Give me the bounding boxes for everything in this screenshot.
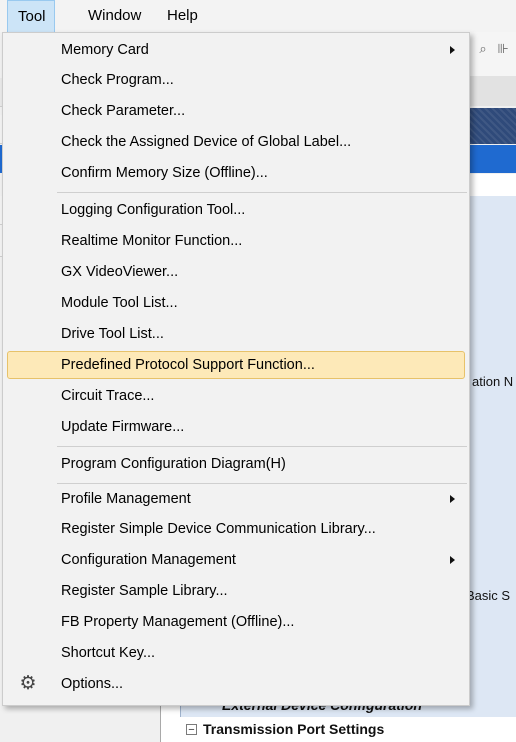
toolbar-button-icon[interactable]: ⊪ (494, 40, 512, 58)
menu-item-label: Register Sample Library... (61, 583, 228, 599)
menu-item-label: Options... (61, 676, 124, 692)
menu-item-circuit-trace[interactable]: Circuit Trace... (7, 382, 465, 410)
menu-item-confirm-memory-size[interactable]: Confirm Memory Size (Offline)... (7, 159, 465, 187)
menu-item-label: Shortcut Key... (61, 645, 156, 661)
menu-item-label: GX VideoViewer... (61, 264, 179, 280)
menu-item-label: Realtime Monitor Function... (61, 233, 243, 249)
menu-tool[interactable]: Tool (7, 0, 55, 33)
menu-item-drive-tool-list[interactable]: Drive Tool List... (7, 320, 465, 348)
menu-item-module-tool-list[interactable]: Module Tool List... (7, 289, 465, 317)
menu-item-check-program[interactable]: Check Program... (7, 66, 465, 94)
menu-item-label: Drive Tool List... (61, 326, 164, 342)
menu-item-shortcut-key[interactable]: Shortcut Key... (7, 639, 465, 667)
menu-item-label: Configuration Management (61, 552, 236, 568)
menu-item-label: Logging Configuration Tool... (61, 202, 246, 218)
menu-item-register-sample-library[interactable]: Register Sample Library... (7, 577, 465, 605)
bg-header-band (470, 76, 516, 106)
bg-selected-band (470, 145, 516, 173)
menu-item-fb-property-management[interactable]: FB Property Management (Offline)... (7, 608, 465, 636)
menu-item-profile-management[interactable]: Profile Management (7, 485, 465, 513)
collapse-icon[interactable]: − (186, 724, 197, 736)
menu-separator (57, 446, 467, 447)
menu-item-label: Confirm Memory Size (Offline)... (61, 165, 268, 181)
menu-item-label: Profile Management (61, 491, 191, 507)
menu-item-label: Module Tool List... (61, 295, 178, 311)
menu-item-predefined-protocol-support[interactable]: Predefined Protocol Support Function... (7, 351, 465, 379)
menu-window[interactable]: Window (78, 0, 151, 32)
menu-item-label: Predefined Protocol Support Function... (61, 357, 315, 373)
chevron-right-icon (450, 556, 455, 564)
menu-item-label: Memory Card (61, 42, 149, 58)
menu-item-configuration-management[interactable]: Configuration Management (7, 546, 465, 574)
settings-item-transmission-port[interactable]: Transmission Port Settings (203, 721, 384, 737)
gear-icon: ⚙ (19, 673, 37, 694)
zoom-icon[interactable]: ⌕ (474, 40, 492, 58)
settings-item-fragment: Basic S (466, 588, 511, 603)
menu-item-label: Register Simple Device Communication Lib… (61, 521, 376, 537)
menu-item-gx-videoviewer[interactable]: GX VideoViewer... (7, 258, 465, 286)
menu-item-options[interactable]: ⚙ Options... (7, 670, 465, 698)
menu-bar: Tool Window Help (0, 0, 516, 33)
menu-item-program-configuration-diagram[interactable]: Program Configuration Diagram(H) (7, 450, 465, 478)
tool-menu-dropdown: Memory Card Check Program... Check Param… (2, 32, 470, 706)
menu-item-label: Program Configuration Diagram(H) (61, 456, 286, 472)
menu-separator (57, 483, 467, 484)
menu-item-label: Circuit Trace... (61, 388, 155, 404)
menu-item-check-parameter[interactable]: Check Parameter... (7, 97, 465, 125)
menu-item-register-simple-device-library[interactable]: Register Simple Device Communication Lib… (7, 515, 465, 543)
menu-item-label: Check Parameter... (61, 103, 186, 119)
menu-item-label: Update Firmware... (61, 419, 185, 435)
menu-item-label: Check Program... (61, 72, 174, 88)
menu-separator (57, 192, 467, 193)
chevron-right-icon (450, 46, 455, 54)
chevron-right-icon (450, 495, 455, 503)
menu-help[interactable]: Help (157, 0, 208, 32)
menu-item-logging-configuration-tool[interactable]: Logging Configuration Tool... (7, 196, 465, 224)
settings-item-fragment: ation N (472, 374, 514, 389)
bg-title-band (470, 108, 516, 144)
menu-item-label: FB Property Management (Offline)... (61, 614, 295, 630)
menu-item-realtime-monitor[interactable]: Realtime Monitor Function... (7, 227, 465, 255)
menu-item-update-firmware[interactable]: Update Firmware... (7, 413, 465, 441)
menu-item-memory-card[interactable]: Memory Card (7, 36, 465, 64)
menu-item-check-assigned-device[interactable]: Check the Assigned Device of Global Labe… (7, 128, 465, 156)
menu-item-label: Check the Assigned Device of Global Labe… (61, 134, 352, 150)
